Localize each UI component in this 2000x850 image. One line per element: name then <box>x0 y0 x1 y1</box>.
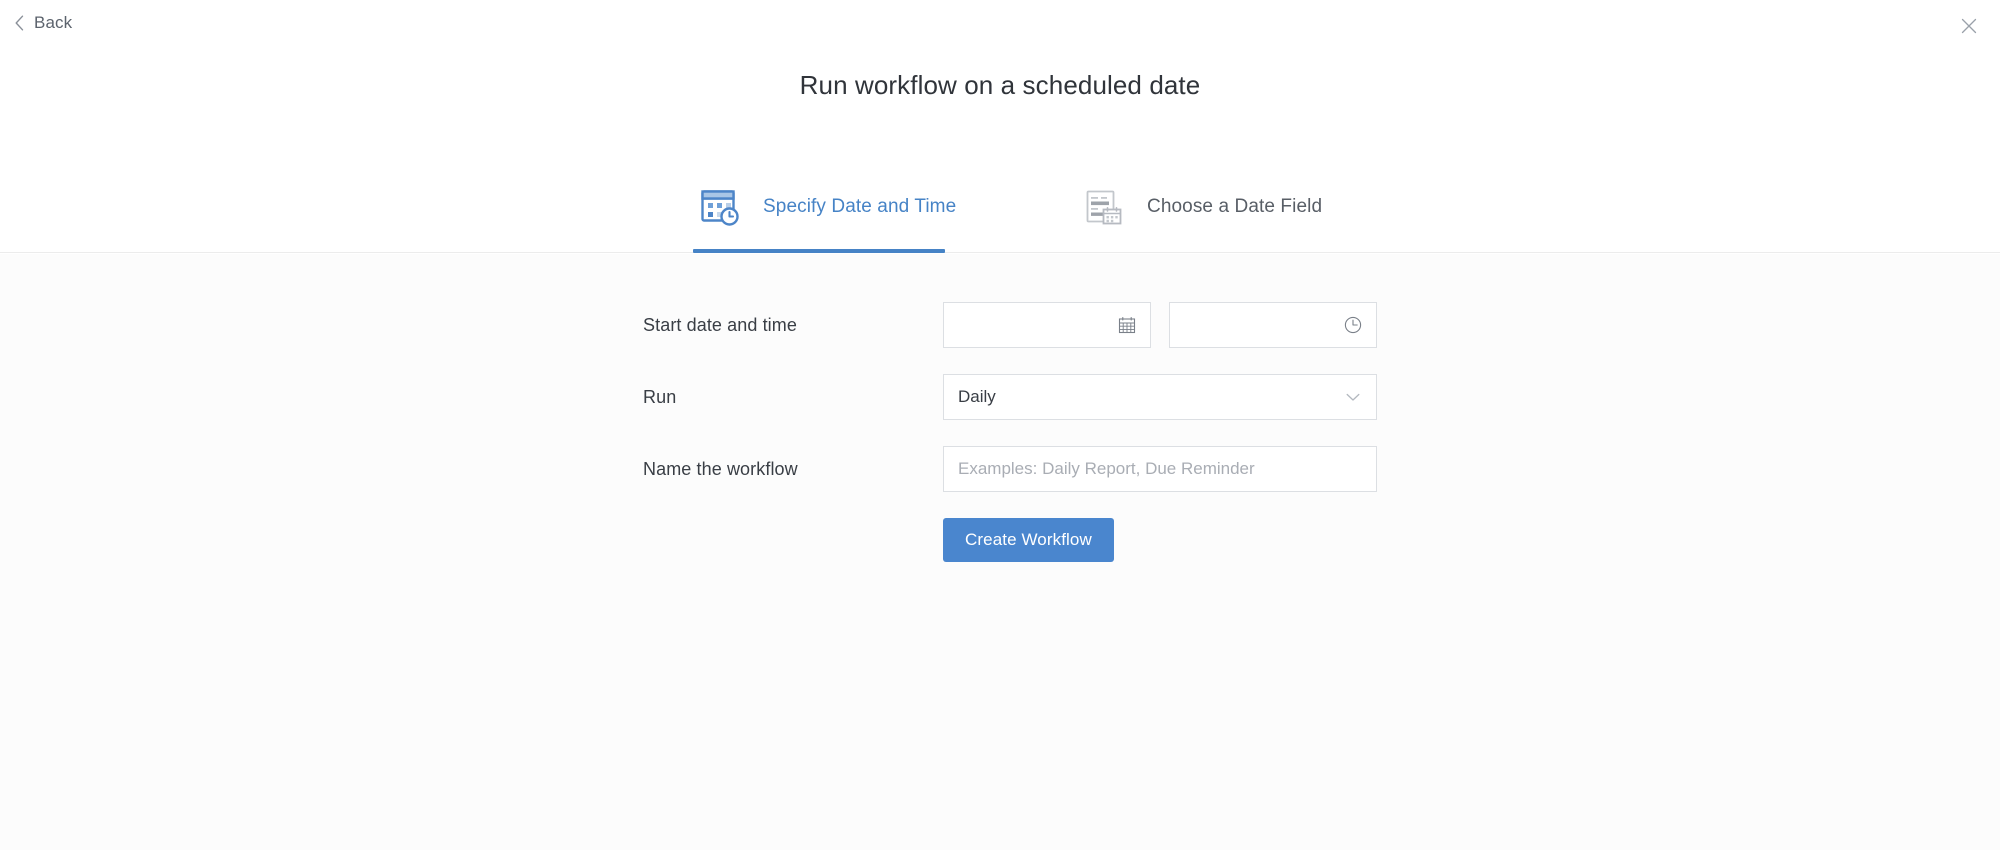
page-title: Run workflow on a scheduled date <box>799 70 1201 100</box>
label-run: Run <box>643 386 677 407</box>
calendar-icon[interactable] <box>1117 315 1137 335</box>
tab-active-underline <box>693 249 945 253</box>
workflow-name-placeholder: Examples: Daily Report, Due Reminder <box>958 459 1255 478</box>
tab-specify-date-and-time[interactable]: Specify Date and Time <box>693 160 956 253</box>
start-date-time-fields <box>943 302 1377 348</box>
tab-label: Specify Date and Time <box>763 195 957 217</box>
form-row-start-date-and-time: Start date and time <box>643 302 1383 348</box>
form-calendar-icon <box>1086 190 1122 224</box>
form-row-name-the-workflow: Name the workflow Examples: Daily Report… <box>643 446 1383 492</box>
back-label: Back <box>34 13 73 32</box>
actions-spacer <box>643 518 943 562</box>
start-time-input[interactable] <box>1169 302 1377 348</box>
scheduled-workflow-dialog: Back Run workflow on a scheduled date Sp… <box>0 0 2000 850</box>
run-frequency-select[interactable]: Daily <box>943 374 1377 420</box>
label-name-the-workflow: Name the workflow <box>643 458 798 479</box>
back-button[interactable]: Back <box>14 13 72 33</box>
form-row-run: Run Daily <box>643 374 1383 420</box>
tab-choose-a-date-field[interactable]: Choose a Date Field <box>1077 160 1328 253</box>
chevron-left-icon <box>15 15 24 31</box>
start-date-input[interactable] <box>943 302 1151 348</box>
calendar-clock-icon <box>701 189 739 226</box>
label-start-date-and-time: Start date and time <box>643 314 797 335</box>
tab-label: Choose a Date Field <box>1147 195 1323 217</box>
form-actions: Create Workflow <box>643 518 1383 562</box>
create-workflow-button[interactable]: Create Workflow <box>943 518 1114 562</box>
run-frequency-value: Daily <box>958 387 996 406</box>
schedule-form: Start date and time Run Daily Name the w… <box>643 302 1383 562</box>
chevron-down-icon <box>1346 393 1360 401</box>
dialog-header: Back Run workflow on a scheduled date Sp… <box>0 0 2000 253</box>
workflow-name-input[interactable]: Examples: Daily Report, Due Reminder <box>943 446 1377 492</box>
close-icon <box>1961 18 1977 34</box>
tab-bar: Specify Date and Time Choose a Date Fiel… <box>693 160 1328 253</box>
close-button[interactable] <box>1955 12 1983 40</box>
dialog-body: Start date and time Run Daily Name the w… <box>0 254 2000 850</box>
clock-icon[interactable] <box>1343 315 1363 335</box>
